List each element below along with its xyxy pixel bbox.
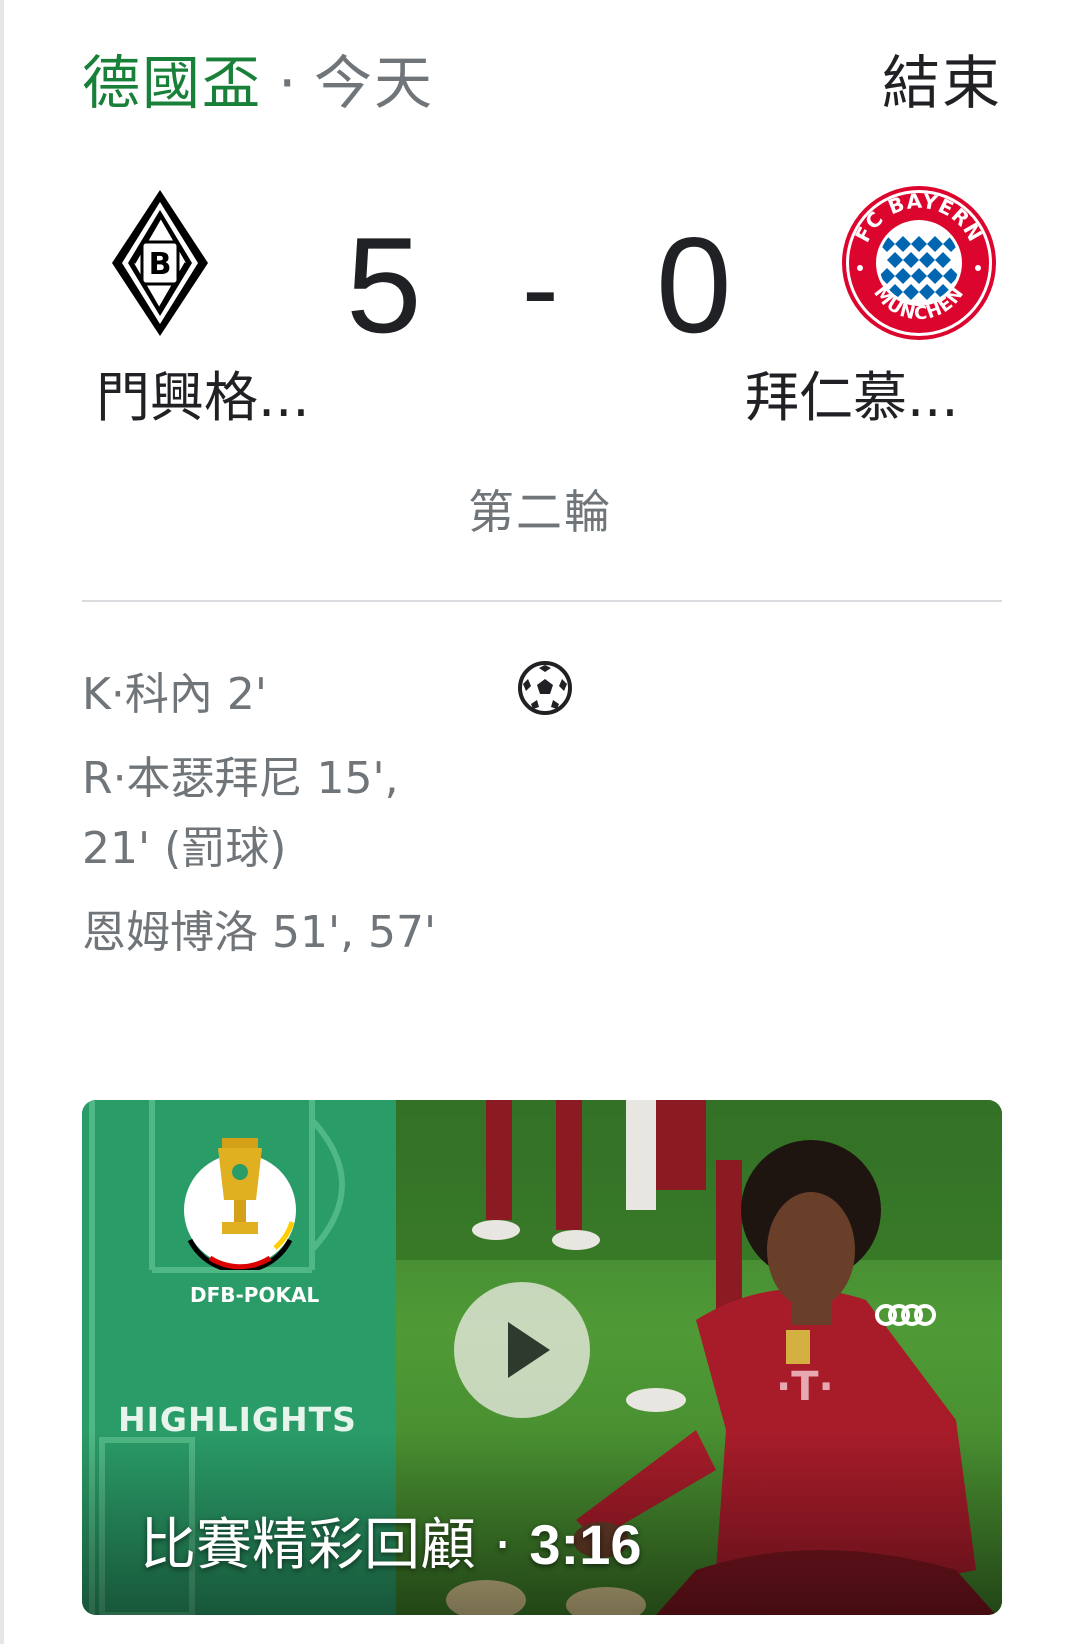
- play-icon: [508, 1322, 550, 1378]
- fc-bayern-munchen-crest-icon[interactable]: FC BAYERN MÜNCHEN: [840, 184, 998, 342]
- header-separator: ·: [278, 49, 297, 117]
- video-duration: 3:16: [529, 1513, 642, 1576]
- match-date: 今天: [314, 49, 435, 117]
- dfb-pokal-trophy-logo: [184, 1138, 296, 1270]
- match-header: 德國盃 · 今天 結束: [82, 48, 1002, 118]
- divider: [82, 600, 1002, 602]
- video-caption: 比賽精彩回顧 · 3:16: [140, 1500, 642, 1581]
- video-caption-separator: ·: [476, 1513, 530, 1578]
- away-team-name[interactable]: 拜仁慕...: [745, 365, 959, 431]
- highlights-video-card[interactable]: DFB-POKAL HIGHLIGHTS ·T· 比賽精彩回顧 · 3:16: [82, 1100, 1002, 1615]
- home-team-name[interactable]: 門興格...: [96, 365, 310, 431]
- video-caption-title: 比賽精彩回顧: [140, 1513, 476, 1578]
- left-edge: [0, 0, 4, 1644]
- match-status: 結束: [881, 49, 1002, 117]
- away-score: 0: [656, 209, 732, 361]
- home-score: 5: [346, 209, 422, 361]
- play-button[interactable]: [454, 1282, 590, 1418]
- svg-text:B: B: [149, 247, 172, 282]
- score-dash: -: [522, 227, 559, 350]
- scorer-item: R·本瑟拜尼 15', 21' (罰球): [82, 753, 399, 874]
- home-scorers-list: K·科內 2' R·本瑟拜尼 15', 21' (罰球) 恩姆博洛 51', 5…: [82, 660, 462, 982]
- dfb-pokal-label: DFB-POKAL: [190, 1283, 320, 1307]
- match-round: 第二輪: [468, 485, 612, 539]
- scorer-item: 恩姆博洛 51', 57': [82, 907, 437, 958]
- borussia-mgladbach-crest-icon[interactable]: B: [110, 188, 210, 338]
- competition-link[interactable]: 德國盃: [82, 48, 262, 118]
- svg-text:·T·: ·T·: [776, 1364, 834, 1410]
- scorer-item: K·科內 2': [82, 669, 267, 720]
- soccer-ball-icon: [518, 661, 572, 715]
